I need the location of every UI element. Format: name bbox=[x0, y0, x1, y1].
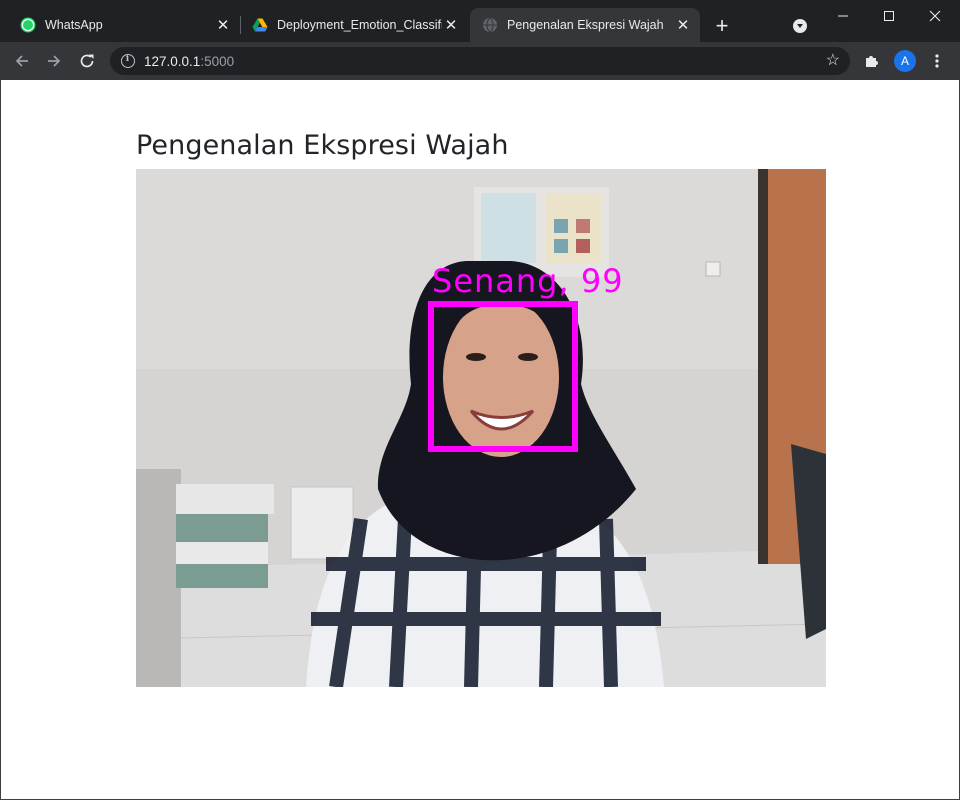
url-port: :5000 bbox=[200, 53, 235, 69]
new-tab-button[interactable]: + bbox=[708, 12, 736, 40]
camera-frame-image bbox=[136, 169, 826, 687]
chevron-down-icon bbox=[793, 19, 807, 33]
menu-button[interactable] bbox=[923, 47, 951, 75]
arrow-left-icon bbox=[15, 55, 28, 67]
extensions-button[interactable] bbox=[858, 47, 886, 75]
reload-icon bbox=[80, 54, 94, 68]
video-feed: Senang, 99 bbox=[136, 169, 826, 687]
tab-strip: WhatsApp ✕ Deployment_Emotion_Classifica… bbox=[0, 0, 960, 42]
tab-pengenalan[interactable]: Pengenalan Ekspresi Wajah ✕ bbox=[470, 8, 700, 42]
back-button[interactable] bbox=[8, 47, 36, 75]
browser-toolbar: 127.0.0.1:5000 ☆ bbox=[0, 42, 960, 80]
tab-deployment[interactable]: Deployment_Emotion_Classifica ✕ bbox=[240, 8, 468, 42]
profile-avatar[interactable]: A bbox=[894, 50, 916, 72]
arrow-right-icon bbox=[48, 55, 61, 67]
forward-button[interactable] bbox=[40, 47, 68, 75]
more-vert-icon bbox=[935, 54, 939, 68]
site-info-icon[interactable] bbox=[121, 54, 135, 68]
puzzle-icon bbox=[866, 56, 878, 67]
tab-title: WhatsApp bbox=[45, 18, 103, 32]
close-icon bbox=[929, 10, 941, 22]
tab-title: Pengenalan Ekspresi Wajah bbox=[507, 18, 664, 32]
tab-search-button[interactable] bbox=[786, 12, 814, 40]
tab-title: Deployment_Emotion_Classifica bbox=[277, 18, 442, 32]
address-bar[interactable]: 127.0.0.1:5000 ☆ bbox=[110, 47, 850, 75]
page-title: Pengenalan Ekspresi Wajah bbox=[136, 130, 509, 161]
close-tab-icon[interactable]: ✕ bbox=[674, 16, 692, 34]
globe-icon bbox=[483, 17, 497, 33]
maximize-icon bbox=[884, 11, 894, 21]
page-viewport: Pengenalan Ekspresi Wajah Senang, 99 bbox=[0, 80, 960, 800]
reload-button[interactable] bbox=[73, 47, 101, 75]
google-drive-icon bbox=[252, 18, 268, 32]
bookmark-star-icon[interactable]: ☆ bbox=[826, 52, 840, 70]
whatsapp-icon bbox=[20, 17, 36, 33]
url-text: 127.0.0.1:5000 bbox=[144, 54, 234, 69]
minimize-button[interactable] bbox=[820, 0, 866, 32]
maximize-button[interactable] bbox=[866, 0, 912, 32]
close-tab-icon[interactable]: ✕ bbox=[442, 16, 460, 34]
minimize-icon bbox=[838, 15, 848, 17]
close-tab-icon[interactable]: ✕ bbox=[214, 16, 232, 34]
tab-whatsapp[interactable]: WhatsApp ✕ bbox=[8, 8, 240, 42]
close-window-button[interactable] bbox=[912, 0, 958, 32]
emotion-label: Senang, 99 bbox=[432, 262, 624, 300]
url-host: 127.0.0.1 bbox=[144, 53, 201, 69]
